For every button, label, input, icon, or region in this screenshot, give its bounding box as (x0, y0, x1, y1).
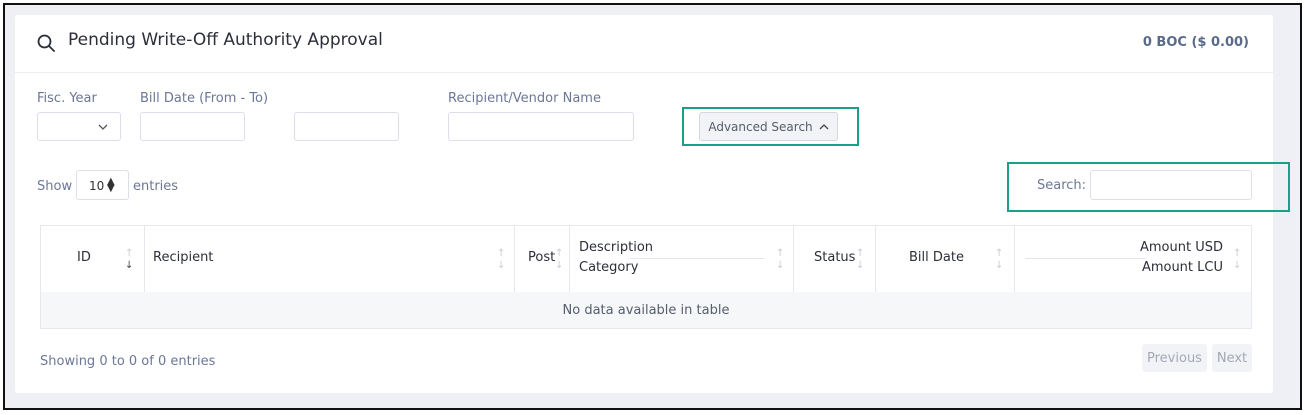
bill-date-from-input[interactable] (140, 112, 245, 141)
sort-icon: ↑ ↓ (125, 248, 134, 271)
search-label: Search: (1037, 178, 1087, 193)
table-info: Showing 0 to 0 of 0 entries (40, 354, 216, 369)
sort-icon: ↑ ↓ (555, 248, 564, 271)
fiscal-year-select[interactable] (37, 112, 121, 141)
advanced-search-label: Advanced Search (708, 119, 813, 134)
search-input[interactable] (1090, 170, 1252, 200)
column-header-id[interactable]: ID ↑ ↓ (41, 226, 145, 292)
recipient-input[interactable] (448, 112, 634, 141)
sort-arrows-icon: ▲ ▼ (107, 176, 115, 194)
entries-label: entries (133, 179, 179, 194)
page-title: Pending Write-Off Authority Approval (68, 30, 383, 50)
table-header: ID ↑ ↓ Recipient ↑ ↓ Post ↑ ↓ Description C… (41, 226, 1251, 293)
column-label: ID (77, 250, 91, 265)
column-label: Post (528, 250, 556, 265)
previous-button[interactable]: Previous (1142, 344, 1207, 372)
column-header-amount[interactable]: Amount USD Amount LCU ↑ ↓ (1015, 226, 1251, 292)
bill-date-label: Bill Date (From - To) (140, 91, 269, 106)
bill-date-to-input[interactable] (294, 112, 399, 141)
chevron-down-icon (98, 124, 108, 130)
column-header-status[interactable]: Status ↑ ↓ (794, 226, 876, 292)
column-header-description-category[interactable]: Description Category ↑ ↓ (570, 226, 794, 292)
page-length-value: 10 (89, 179, 105, 193)
column-label: Status (814, 250, 856, 265)
boc-total: 0 BOC ($ 0.00) (1142, 35, 1249, 50)
column-label: Bill Date (909, 250, 964, 265)
column-label: Amount USD (1140, 240, 1223, 255)
column-header-bill-date[interactable]: Bill Date ↑ ↓ (876, 226, 1015, 292)
page-length-select[interactable]: 10 ▲ ▼ (76, 170, 129, 200)
column-label: Recipient (153, 250, 214, 265)
data-table: ID ↑ ↓ Recipient ↑ ↓ Post ↑ ↓ Description C… (40, 225, 1252, 329)
card-header: Pending Write-Off Authority Approval 0 B… (15, 15, 1273, 73)
column-header-post[interactable]: Post ↑ ↓ (515, 226, 570, 292)
approval-card: Pending Write-Off Authority Approval 0 B… (15, 15, 1290, 393)
sort-icon: ↑ ↓ (995, 248, 1004, 271)
sort-icon: ↑ ↓ (1233, 248, 1242, 271)
column-header-recipient[interactable]: Recipient ↑ ↓ (145, 226, 515, 292)
next-button[interactable]: Next (1212, 344, 1252, 372)
sort-icon: ↑ ↓ (497, 248, 506, 271)
header-divider (1025, 258, 1145, 259)
empty-table-message: No data available in table (41, 292, 1251, 328)
header-divider (630, 258, 764, 259)
column-label: Category (579, 260, 639, 275)
column-label: Description (579, 240, 654, 255)
fiscal-year-label: Fisc. Year (37, 91, 97, 106)
sort-icon: ↑ ↓ (856, 248, 865, 271)
recipient-label: Recipient/Vendor Name (448, 91, 601, 106)
chevron-up-icon (819, 124, 829, 130)
screen-frame: Pending Write-Off Authority Approval 0 B… (3, 3, 1302, 410)
search-icon (37, 34, 55, 52)
column-label: Amount LCU (1141, 260, 1223, 275)
show-label: Show (37, 179, 73, 194)
sort-icon: ↑ ↓ (776, 248, 785, 271)
advanced-search-button[interactable]: Advanced Search (699, 112, 838, 141)
